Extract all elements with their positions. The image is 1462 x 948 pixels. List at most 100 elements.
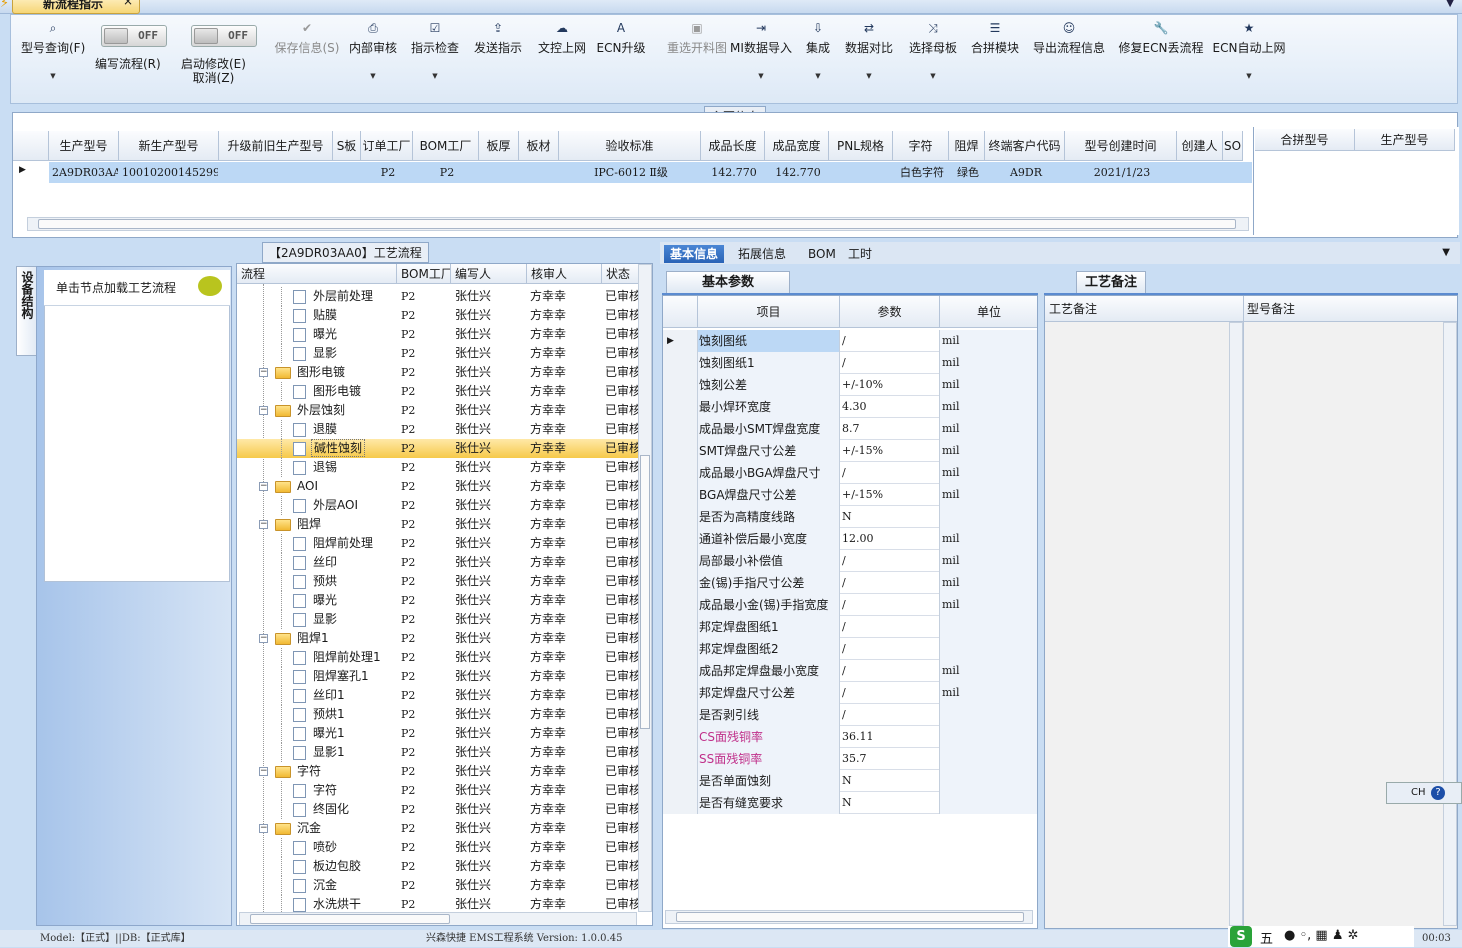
collapse-icon[interactable]: − xyxy=(259,368,268,377)
param-value[interactable]: 12.00 xyxy=(840,528,940,550)
param-value[interactable]: 36.11 xyxy=(840,726,940,748)
detail-tab-2[interactable]: BOM xyxy=(802,245,842,263)
param-row[interactable]: 通道补偿后最小宽度 12.00 mil xyxy=(663,528,1037,550)
toggle-switch-edit-flow[interactable]: OFF xyxy=(101,25,167,47)
tree-row[interactable]: 沉金 P2 张仕兴 方幸幸 已审核 xyxy=(237,876,644,895)
column-header[interactable]: PNL规格 xyxy=(829,131,893,161)
toolbar-button-5[interactable]: ☑ 指示检查 ▼ xyxy=(399,21,471,83)
tree-row[interactable]: − 图形电镀 P2 张仕兴 方幸幸 已审核 xyxy=(237,363,644,382)
toolbar-button-0[interactable]: ⌕ 型号查询(F) ▼ xyxy=(21,21,85,83)
tree-row[interactable]: − 沉金 P2 张仕兴 方幸幸 已审核 xyxy=(237,819,644,838)
param-row[interactable]: 蚀刻公差 +/-10% mil xyxy=(663,374,1037,396)
detail-tab-0[interactable]: 基本信息 xyxy=(664,245,725,263)
param-row[interactable]: 邦定焊盘图纸1/ xyxy=(663,616,1037,638)
column-header[interactable]: 板厚 xyxy=(479,131,519,161)
collapse-icon[interactable]: − xyxy=(259,767,268,776)
tree-row[interactable]: 贴膜 P2 张仕兴 方幸幸 已审核 xyxy=(237,306,644,325)
param-value[interactable]: / xyxy=(840,594,940,616)
param-row[interactable]: 局部最小补偿值 / mil xyxy=(663,550,1037,572)
tree-row[interactable]: 图形电镀 P2 张仕兴 方幸幸 已审核 xyxy=(237,382,644,401)
param-value[interactable]: / xyxy=(840,704,940,726)
param-row[interactable]: SMT焊盘尺寸公差 +/-15% mil xyxy=(663,440,1037,462)
collapse-icon[interactable]: − xyxy=(259,634,268,643)
param-value[interactable]: / xyxy=(840,682,940,704)
tree-column-header[interactable]: 编写人 xyxy=(451,264,527,284)
tree-row[interactable]: 显影 P2 张仕兴 方幸幸 已审核 xyxy=(237,344,644,363)
param-value[interactable]: N xyxy=(840,506,940,528)
chevron-down-icon[interactable]: ▼ xyxy=(399,69,471,83)
basic-params-tab[interactable]: 基本参数 xyxy=(666,271,790,293)
param-row[interactable]: BGA焊盘尺寸公差 +/-15% mil xyxy=(663,484,1037,506)
collapse-icon[interactable]: − xyxy=(259,406,268,415)
param-row[interactable]: 是否有缝宽要求 N xyxy=(663,792,1037,814)
param-value[interactable]: +/-15% xyxy=(840,440,940,462)
param-row[interactable]: 是否为高精度线路 N xyxy=(663,506,1037,528)
column-header[interactable]: 新生产型号 xyxy=(119,131,219,161)
vertical-scrollbar[interactable] xyxy=(638,264,652,912)
column-header[interactable]: SO xyxy=(1223,131,1243,161)
column-header[interactable]: 验收标准 xyxy=(559,131,701,161)
tree-row[interactable]: 丝印 P2 张仕兴 方幸幸 已审核 xyxy=(237,553,644,572)
param-row[interactable]: SS面残铜率 35.7 xyxy=(663,748,1037,770)
chevron-down-icon[interactable]: ▼ xyxy=(1201,69,1297,83)
tree-row[interactable]: 显影1 P2 张仕兴 方幸幸 已审核 xyxy=(237,743,644,762)
toolbar-button-16[interactable]: 🔧 修复ECN丢流程 xyxy=(1113,21,1209,55)
tree-row[interactable]: 曝光 P2 张仕兴 方幸幸 已审核 xyxy=(237,325,644,344)
param-row[interactable]: 是否剥引线 / xyxy=(663,704,1037,726)
tree-column-header[interactable]: 流程 xyxy=(237,264,397,284)
param-value[interactable]: 8.7 xyxy=(840,418,940,440)
column-header[interactable]: 订单工厂 xyxy=(361,131,413,161)
notes-scrollbar[interactable] xyxy=(1229,322,1243,926)
detail-tab-3[interactable]: 工时 xyxy=(842,245,878,263)
column-header[interactable]: 阻焊 xyxy=(949,131,985,161)
collapse-icon[interactable]: − xyxy=(259,824,268,833)
column-header[interactable]: 生产型号 xyxy=(49,131,119,161)
scrollbar-thumb[interactable] xyxy=(676,912,1024,922)
column-header[interactable]: 字符 xyxy=(893,131,949,161)
tree-column-header[interactable]: BOM工厂 xyxy=(397,264,451,284)
param-value[interactable]: N xyxy=(840,792,940,814)
tree-row[interactable]: − 阻焊1 P2 张仕兴 方幸幸 已审核 xyxy=(237,629,644,648)
chevron-down-icon[interactable]: ▼ xyxy=(833,69,905,83)
tree-row[interactable]: 碱性蚀刻 P2 张仕兴 方幸幸 已审核 xyxy=(237,439,644,458)
ime-status-bar[interactable]: S 五 ● ◦, ▦ ♟ ✲ xyxy=(1228,926,1414,947)
close-icon[interactable]: × xyxy=(123,0,133,8)
tree-row[interactable]: 丝印1 P2 张仕兴 方幸幸 已审核 xyxy=(237,686,644,705)
param-value[interactable]: / xyxy=(840,462,940,484)
toolbar-button-17[interactable]: ★ ECN自动上网 ▼ xyxy=(1201,21,1297,83)
horizontal-scrollbar[interactable] xyxy=(27,217,1249,231)
param-row[interactable]: 邦定焊盘图纸2/ xyxy=(663,638,1037,660)
scrollbar-thumb[interactable] xyxy=(640,455,650,729)
param-value[interactable]: 4.30 xyxy=(840,396,940,418)
param-value[interactable]: +/-10% xyxy=(840,374,940,396)
column-header[interactable]: 成品宽度 xyxy=(765,131,829,161)
tree-row[interactable]: 板边包胶 P2 张仕兴 方幸幸 已审核 xyxy=(237,857,644,876)
tree-row[interactable]: 预烘 P2 张仕兴 方幸幸 已审核 xyxy=(237,572,644,591)
tree-row[interactable]: − AOI P2 张仕兴 方幸幸 已审核 xyxy=(237,477,644,496)
collapse-icon[interactable]: − xyxy=(259,520,268,529)
param-column-header[interactable]: 项目 xyxy=(698,296,840,328)
horizontal-scrollbar[interactable] xyxy=(665,910,1033,924)
param-value[interactable]: / xyxy=(840,660,940,682)
param-row[interactable]: 成品最小BGA焊盘尺寸 / mil xyxy=(663,462,1037,484)
notes-column-header[interactable]: 工艺备注 xyxy=(1045,296,1243,322)
chevron-down-icon[interactable]: ▼ xyxy=(21,69,85,83)
detail-tab-1[interactable]: 拓展信息 xyxy=(732,245,792,263)
param-column-header[interactable]: 参数 xyxy=(840,296,940,328)
collapse-icon[interactable]: − xyxy=(259,482,268,491)
toolbar-button-14[interactable]: ☰ 合拼模块 xyxy=(959,21,1031,55)
scrollbar-thumb[interactable] xyxy=(38,219,1236,229)
tree-row[interactable]: 终固化 P2 张仕兴 方幸幸 已审核 xyxy=(237,800,644,819)
param-value[interactable]: / xyxy=(840,352,940,374)
tree-row[interactable]: 阻焊塞孔1 P2 张仕兴 方幸幸 已审核 xyxy=(237,667,644,686)
column-header[interactable]: 创建人 xyxy=(1177,131,1223,161)
horizontal-scrollbar[interactable] xyxy=(239,912,637,925)
toolbar-button-8[interactable]: A ECN升级 xyxy=(585,21,657,55)
column-header[interactable]: 升级前旧生产型号 xyxy=(219,131,333,161)
tree-row[interactable]: − 字符 P2 张仕兴 方幸幸 已审核 xyxy=(237,762,644,781)
equipment-structure-tab[interactable]: 设备结构 xyxy=(16,266,38,356)
tree-column-header[interactable]: 核审人 xyxy=(527,264,602,284)
tree-row[interactable]: 曝光1 P2 张仕兴 方幸幸 已审核 xyxy=(237,724,644,743)
column-header[interactable]: BOM工厂 xyxy=(413,131,479,161)
chevron-down-icon[interactable]: ▼ xyxy=(1446,0,1454,9)
